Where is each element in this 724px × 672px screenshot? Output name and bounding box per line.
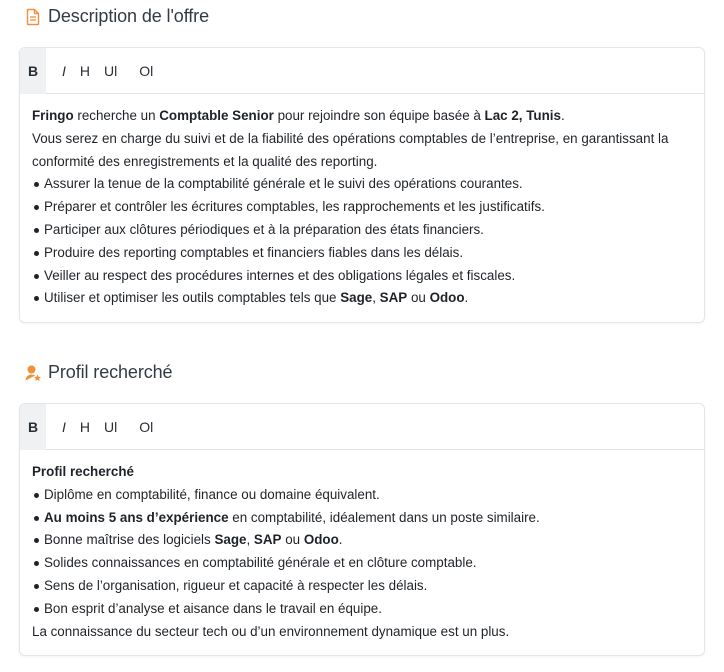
user-award-icon [24,364,42,382]
location: Lac 2, Tunis [484,108,561,123]
heading-button[interactable]: H [80,404,90,450]
list-item: Participer aux clôtures périodiques et à… [32,219,692,242]
tools-text: . [464,290,469,306]
list-item: Au moins 5 ans d’expérience en comptabil… [32,507,692,530]
bullet-list-button[interactable]: Ul [104,48,117,94]
list-item-text: Bonne maîtrise des logiciels [44,532,215,548]
profile-toolbar: B I H Ul Ol [20,403,704,450]
list-item: Préparer et contrôler les écritures comp… [32,196,692,219]
offer-bullet-list: Assurer la tenue de la comptabilité géné… [32,173,692,310]
list-item: Assurer la tenue de la comptabilité géné… [32,173,692,196]
offer-editor: B I H Ul Ol Fringo recherche un Comptabl… [19,47,705,324]
list-item-text: ou [281,532,304,548]
tool-sage: Sage [214,532,247,548]
italic-button[interactable]: I [62,404,66,450]
intro-text: . [560,108,565,123]
tool-odoo: Odoo [303,532,339,548]
list-item-text: en comptabilité, idéalement dans un post… [228,509,540,525]
profile-bullet-list: Diplôme en comptabilité, finance ou doma… [32,484,692,621]
offer-section-title-text: Description de l'offre [48,6,209,26]
document-icon [24,8,42,26]
bullet-list-button[interactable]: Ul [104,404,117,450]
offer-section-title: Description de l'offre [24,6,209,27]
experience-requirement: Au moins 5 ans d’expérience [44,509,229,525]
offer-paragraph: Vous serez en charge du suivi et de la f… [32,130,669,169]
numbered-list-button[interactable]: Ol [139,404,153,450]
profile-content-area[interactable]: Profil recherché Diplôme en comptabilité… [20,450,704,655]
profile-heading-text: Profil recherché [32,464,134,479]
intro-text: recherche un [73,108,160,123]
list-item: Solides connaissances en comptabilité gé… [32,552,692,575]
role-name: Comptable Senior [159,108,274,123]
tool-odoo: Odoo [429,290,465,306]
tool-sage: Sage [340,290,373,306]
company-name: Fringo [32,108,74,123]
numbered-list-button[interactable]: Ol [139,48,153,94]
bold-button[interactable]: B [20,403,46,450]
heading-button[interactable]: H [80,48,90,94]
list-item-text: , [246,532,254,548]
list-item: Produire des reporting comptables et fin… [32,242,692,265]
tool-sap: SAP [379,290,408,306]
list-item: Bonne maîtrise des logiciels Sage, SAP o… [32,529,692,552]
profile-heading: Profil recherché [32,461,692,484]
offer-toolbar: B I H Ul Ol [20,47,704,94]
bold-button[interactable]: B [20,47,46,94]
tools-text: , [372,290,380,306]
profile-section-title-text: Profil recherché [48,362,173,382]
list-item: Veiller au respect des procédures intern… [32,265,692,288]
tools-text: ou [407,290,430,306]
intro-text: pour rejoindre son équipe basée à [273,108,485,123]
tool-sap: SAP [253,532,282,548]
tools-text: Utiliser et optimiser les outils comptab… [44,290,341,306]
profile-section-title: Profil recherché [24,362,173,383]
profile-editor: B I H Ul Ol Profil recherché Diplôme en … [19,403,705,657]
italic-button[interactable]: I [62,48,66,94]
profile-closing: La connaissance du secteur tech ou d’un … [32,623,510,639]
offer-intro: Fringo recherche un Comptable Senior pou… [32,105,692,128]
list-item: Bon esprit d’analyse et aisance dans le … [32,598,692,621]
list-item: Diplôme en comptabilité, finance ou doma… [32,484,692,507]
list-item: Sens de l’organisation, rigueur et capac… [32,575,692,598]
offer-content-area[interactable]: Fringo recherche un Comptable Senior pou… [20,94,704,322]
list-item-text: . [338,532,343,548]
list-item: Utiliser et optimiser les outils comptab… [32,287,692,310]
